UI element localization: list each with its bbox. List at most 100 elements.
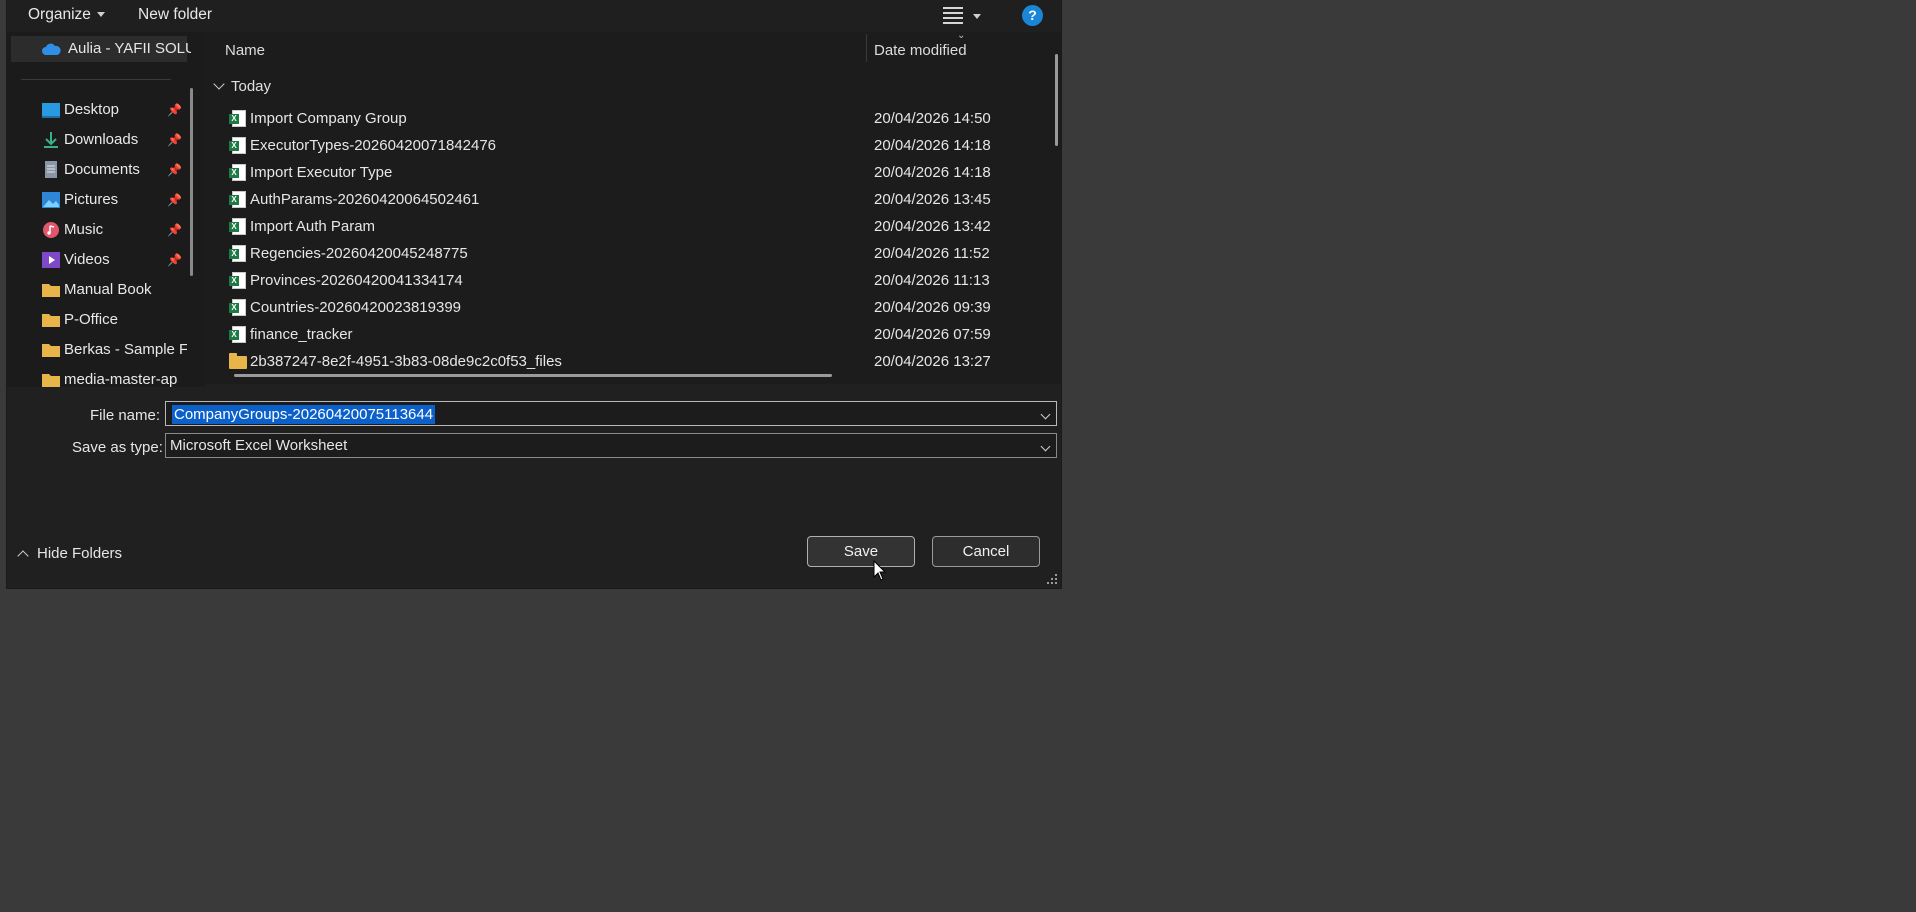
column-header-date-modified[interactable]: Date modified	[874, 42, 967, 59]
save-as-dialog: Organize New folder ? Aulia - YAFII SOLU…	[6, 0, 1062, 589]
file-date: 20/04/2026 13:27	[874, 353, 991, 370]
nav-item-music[interactable]: Music 📌	[7, 217, 187, 245]
nav-item-onedrive[interactable]: Aulia - YAFII SOLU	[11, 36, 191, 62]
nav-item-documents[interactable]: Documents 📌	[7, 157, 187, 185]
chevron-down-icon[interactable]	[1040, 409, 1051, 420]
document-icon	[45, 161, 57, 178]
file-name-label: File name:	[90, 407, 161, 424]
toolbar: Organize New folder ?	[7, 0, 1061, 32]
mouse-cursor-icon	[873, 560, 887, 581]
organize-label: Organize	[28, 6, 91, 23]
pin-icon: 📌	[167, 193, 182, 207]
nav-item-downloads[interactable]: Downloads 📌	[7, 127, 187, 155]
hide-folders-label: Hide Folders	[37, 545, 123, 562]
folder-icon	[42, 284, 60, 297]
nav-scrollbar[interactable]	[190, 88, 193, 276]
nav-item-manual-book[interactable]: Manual Book	[7, 277, 187, 305]
pin-icon: 📌	[167, 223, 182, 237]
chevron-down-icon	[213, 78, 225, 90]
nav-item-p-office[interactable]: P-Office	[7, 307, 187, 335]
organize-button[interactable]: Organize	[28, 6, 105, 24]
file-row[interactable]: X Import Company Group 20/04/2026 14:50	[205, 108, 1045, 135]
change-view-button[interactable]	[943, 5, 987, 27]
hide-folders-button[interactable]: Hide Folders	[17, 545, 123, 562]
chevron-down-icon	[96, 12, 105, 18]
excel-file-icon: X	[229, 218, 247, 236]
nav-item-label: media-master-ap	[64, 371, 178, 387]
file-name: 2b387247-8e2f-4951-3b83-08de9c2c0f53_fil…	[250, 353, 562, 370]
file-row[interactable]: X Regencies-20260420045248775 20/04/2026…	[205, 243, 1045, 270]
help-icon[interactable]: ?	[1022, 5, 1043, 26]
resize-grip-icon[interactable]	[1047, 574, 1059, 586]
pin-icon: 📌	[167, 163, 182, 177]
vertical-scrollbar[interactable]	[1055, 54, 1058, 146]
excel-file-icon: X	[229, 326, 247, 344]
file-name: Import Executor Type	[250, 164, 393, 181]
excel-file-icon: X	[229, 299, 247, 317]
file-name-input[interactable]: CompanyGroups-20260420075113644	[165, 401, 1057, 426]
save-as-type-select[interactable]: Microsoft Excel Worksheet	[165, 433, 1057, 458]
file-row[interactable]: X Import Executor Type 20/04/2026 14:18	[205, 162, 1045, 189]
nav-item-berkas[interactable]: Berkas - Sample F	[7, 337, 187, 365]
chevron-up-icon	[17, 550, 29, 562]
excel-file-icon: X	[229, 110, 247, 128]
nav-item-desktop[interactable]: Desktop 📌	[7, 97, 187, 125]
file-list[interactable]: Name ⌄ Date modified Today X Import Comp…	[205, 32, 1061, 387]
column-header: Name ⌄ Date modified	[205, 32, 1045, 64]
group-header-today[interactable]: Today	[213, 78, 272, 95]
cancel-button[interactable]: Cancel	[932, 536, 1040, 567]
excel-file-icon: X	[229, 137, 247, 155]
divider	[21, 79, 171, 80]
onedrive-cloud-icon	[42, 43, 61, 55]
file-name: ExecutorTypes-20260420071842476	[250, 137, 497, 154]
nav-item-label: Berkas - Sample F	[64, 341, 187, 358]
nav-item-label: P-Office	[64, 311, 118, 328]
column-header-name[interactable]: Name	[225, 42, 265, 59]
file-row[interactable]: X AuthParams-20260420064502461 20/04/202…	[205, 189, 1045, 216]
folder-icon	[42, 374, 60, 387]
column-divider[interactable]	[866, 34, 867, 62]
horizontal-scrollbar[interactable]	[234, 374, 832, 377]
desktop-icon	[42, 103, 60, 118]
file-name: AuthParams-20260420064502461	[250, 191, 480, 208]
chevron-down-icon	[1040, 441, 1051, 452]
group-label: Today	[231, 78, 272, 95]
save-as-type-label: Save as type:	[72, 439, 163, 456]
pin-icon: 📌	[167, 103, 182, 117]
folder-icon	[42, 314, 60, 327]
sort-chevron-icon: ⌄	[957, 32, 966, 41]
file-date: 20/04/2026 07:59	[874, 326, 991, 343]
excel-file-icon: X	[229, 245, 247, 263]
music-icon	[43, 222, 59, 238]
nav-item-pictures[interactable]: Pictures 📌	[7, 187, 187, 215]
nav-item-media-master[interactable]: media-master-ap	[7, 367, 187, 387]
navigation-pane[interactable]: Aulia - YAFII SOLU Desktop 📌 Downloads 📌…	[7, 32, 205, 387]
pin-icon: 📌	[167, 133, 182, 147]
excel-file-icon: X	[229, 272, 247, 290]
file-row[interactable]: X Provinces-20260420041334174 20/04/2026…	[205, 270, 1045, 297]
pictures-icon	[42, 192, 60, 208]
file-row[interactable]: X Countries-20260420023819399 20/04/2026…	[205, 297, 1045, 324]
file-date: 20/04/2026 13:45	[874, 191, 991, 208]
file-row[interactable]: X finance_tracker 20/04/2026 07:59	[205, 324, 1045, 351]
file-name: Import Company Group	[250, 110, 407, 127]
file-name: Provinces-20260420041334174	[250, 272, 463, 289]
download-icon	[44, 132, 58, 148]
file-date: 20/04/2026 13:42	[874, 218, 991, 235]
pin-icon: 📌	[167, 253, 182, 267]
new-folder-button[interactable]: New folder	[138, 6, 212, 24]
file-name: Countries-20260420023819399	[250, 299, 462, 316]
file-row[interactable]: X Import Auth Param 20/04/2026 13:42	[205, 216, 1045, 243]
file-name: Regencies-20260420045248775	[250, 245, 468, 262]
details-view-icon	[943, 7, 963, 24]
file-name-value: CompanyGroups-20260420075113644	[172, 405, 436, 424]
file-date: 20/04/2026 14:18	[874, 164, 991, 181]
save-as-type-value: Microsoft Excel Worksheet	[170, 437, 348, 454]
save-button[interactable]: Save	[807, 536, 915, 567]
nav-item-label: Manual Book	[64, 281, 152, 298]
folder-icon	[229, 353, 247, 371]
file-row[interactable]: X ExecutorTypes-20260420071842476 20/04/…	[205, 135, 1045, 162]
nav-item-videos[interactable]: Videos 📌	[7, 247, 187, 275]
save-form: File name: CompanyGroups-202604200751136…	[7, 387, 1061, 588]
nav-item-label: Aulia - YAFII SOLU	[68, 40, 191, 57]
